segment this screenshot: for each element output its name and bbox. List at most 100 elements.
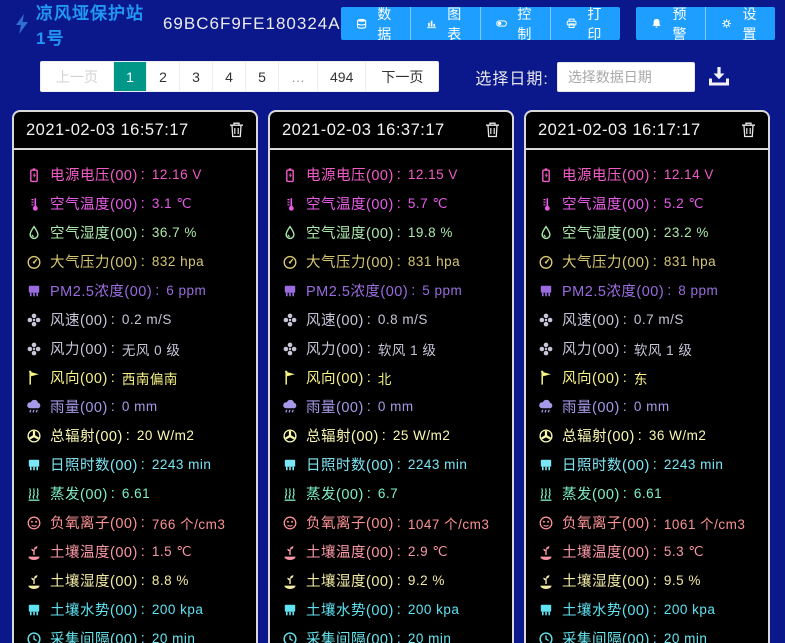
pagination-page-2[interactable]: 2 — [146, 62, 179, 91]
metric-value: 200 kpa — [408, 602, 460, 617]
alert-button[interactable]: 预警 — [636, 7, 705, 40]
alert-button-label: 预警 — [669, 7, 690, 40]
metric-row: 风向(00):东 — [536, 363, 760, 392]
fan-icon — [24, 340, 43, 357]
pagination-next[interactable]: 下一页 — [365, 62, 438, 91]
pm25-sensor-icon — [280, 282, 299, 299]
controls-row: 上一页 1 2 3 4 5 … 494 下一页 选择日期: — [40, 61, 785, 92]
metric-label: 空气温度(00) — [562, 193, 650, 214]
trash-icon — [741, 122, 756, 138]
pagination-page-1[interactable]: 1 — [113, 62, 146, 91]
metric-row: PM2.5浓度(00):8 ppm — [536, 276, 760, 305]
evaporation-icon — [280, 485, 299, 502]
control-button[interactable]: 控制 — [480, 7, 550, 40]
metric-value: 20 min — [152, 631, 196, 643]
download-button[interactable] — [707, 66, 731, 88]
metric-separator: : — [623, 486, 627, 502]
radiation-icon — [536, 427, 555, 444]
metric-label: 土壤湿度(00) — [306, 570, 394, 591]
metric-value: 5.7 ℃ — [408, 196, 448, 212]
data-cards-container: 2021-02-03 16:57:17 电源电压(00):12.16 V空气温度… — [12, 110, 770, 643]
metric-value: 0.2 m/S — [122, 312, 172, 327]
soil-water-sensor-icon — [280, 601, 299, 618]
metric-label: 负氧离子(00) — [306, 512, 394, 533]
metric-separator: : — [141, 573, 145, 589]
pagination-page-5[interactable]: 5 — [245, 62, 278, 91]
metric-label: 日照时数(00) — [50, 454, 138, 475]
rain-cloud-icon — [536, 398, 555, 415]
metric-row: 土壤湿度(00):8.8 % — [24, 566, 248, 595]
metric-separator: : — [397, 602, 401, 618]
soil-sprout-icon — [536, 543, 555, 560]
metric-separator: : — [111, 399, 115, 415]
metric-value: 软风 1 级 — [378, 339, 437, 359]
metric-value: 0 mm — [122, 399, 158, 414]
metric-label: 日照时数(00) — [306, 454, 394, 475]
metric-separator: : — [367, 486, 371, 502]
metric-label: 风速(00) — [562, 309, 620, 330]
metric-row: 风向(00):北 — [280, 363, 504, 392]
station-id: 69BC6F9FE180324A — [163, 14, 341, 34]
metric-separator: : — [397, 225, 401, 241]
data-button[interactable]: 数据 — [341, 7, 410, 40]
metric-value: 5 ppm — [422, 283, 462, 298]
fan-icon — [280, 311, 299, 328]
metric-row: 空气湿度(00):19.8 % — [280, 218, 504, 247]
metric-separator: : — [653, 457, 657, 473]
delete-record-button[interactable] — [228, 122, 244, 139]
fan-icon — [280, 340, 299, 357]
metric-separator: : — [141, 225, 145, 241]
metric-separator: : — [111, 370, 115, 386]
pm25-sensor-icon — [536, 282, 555, 299]
pagination-prev[interactable]: 上一页 — [41, 62, 113, 91]
metric-label: 风向(00) — [50, 367, 108, 388]
metric-row: 蒸发(00):6.61 — [24, 479, 248, 508]
metric-value: 8 ppm — [678, 283, 718, 298]
card-header: 2021-02-03 16:17:17 — [526, 112, 768, 150]
download-icon — [707, 66, 731, 88]
chart-button-label: 图表 — [444, 7, 465, 40]
metric-value: 6 ppm — [166, 283, 206, 298]
metric-row: 风力(00):无风 0 级 — [24, 334, 248, 363]
soil-sprout-icon — [24, 572, 43, 589]
soil-sprout-icon — [280, 572, 299, 589]
soil-water-sensor-icon — [536, 601, 555, 618]
metric-row: PM2.5浓度(00):5 ppm — [280, 276, 504, 305]
pagination-page-3[interactable]: 3 — [179, 62, 212, 91]
card-header: 2021-02-03 16:37:17 — [270, 112, 512, 150]
metric-value: 831 hpa — [664, 254, 716, 269]
metric-value: 6.61 — [122, 486, 150, 501]
metric-value: 766 个/cm3 — [152, 513, 226, 533]
metric-separator: : — [397, 573, 401, 589]
metric-value: 5.3 ℃ — [664, 544, 704, 560]
metric-separator: : — [367, 341, 371, 357]
card-timestamp: 2021-02-03 16:37:17 — [282, 121, 445, 140]
metric-label: 总辐射(00) — [50, 425, 123, 446]
delete-record-button[interactable] — [484, 122, 500, 139]
metric-value: 23.2 % — [664, 225, 709, 240]
chart-icon — [426, 16, 437, 31]
metric-row: 大气压力(00):831 hpa — [536, 247, 760, 276]
card-header: 2021-02-03 16:57:17 — [14, 112, 256, 150]
metric-separator: : — [653, 225, 657, 241]
date-input[interactable] — [557, 62, 695, 92]
metric-value: 2.9 ℃ — [408, 544, 448, 560]
metric-value: 无风 0 级 — [122, 339, 181, 359]
metric-row: 采集间隔(00):20 min — [280, 624, 504, 643]
metric-value: 0 mm — [378, 399, 414, 414]
metric-row: 日照时数(00):2243 min — [24, 450, 248, 479]
metric-separator: : — [141, 167, 145, 183]
metric-value: 6.61 — [634, 486, 662, 501]
chart-button[interactable]: 图表 — [410, 7, 480, 40]
metric-label: 空气湿度(00) — [306, 222, 394, 243]
delete-record-button[interactable] — [740, 122, 756, 139]
pagination-page-4[interactable]: 4 — [212, 62, 245, 91]
pm25-sensor-icon — [24, 282, 43, 299]
metric-row: 总辐射(00):36 W/m2 — [536, 421, 760, 450]
settings-button[interactable]: 设置 — [705, 7, 775, 40]
pagination-page-494[interactable]: 494 — [317, 62, 365, 91]
metric-separator: : — [141, 196, 145, 212]
print-button[interactable]: 打印 — [550, 7, 620, 40]
metric-row: 采集间隔(00):20 min — [536, 624, 760, 643]
metric-row: 风速(00):0.7 m/S — [536, 305, 760, 334]
